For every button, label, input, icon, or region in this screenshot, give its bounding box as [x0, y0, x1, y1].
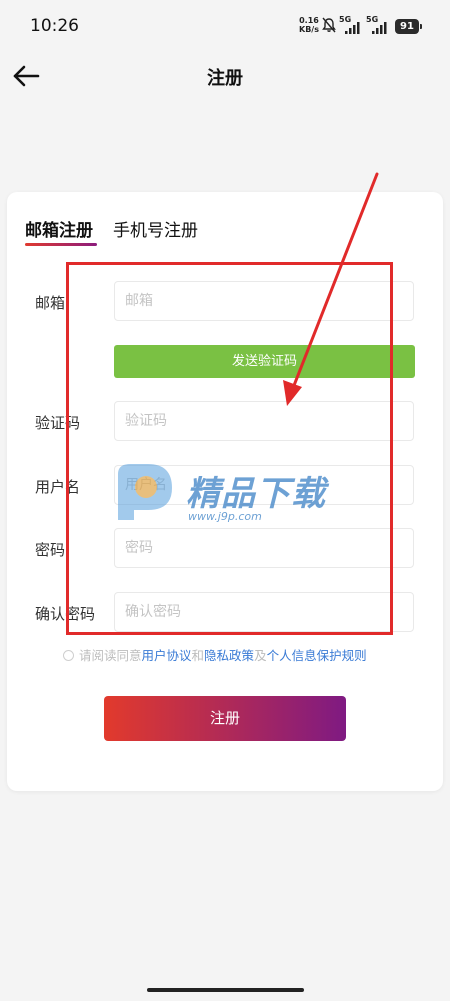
- home-indicator[interactable]: [147, 988, 304, 992]
- battery-icon: 91: [395, 19, 422, 34]
- email-label: 邮箱: [35, 294, 66, 312]
- net-speed: 0.16 KB/s: [299, 16, 319, 34]
- password-field[interactable]: [114, 528, 414, 568]
- confirm-password-label: 确认密码: [35, 605, 96, 623]
- mute-bell-icon: [322, 17, 336, 33]
- clock: 10:26: [30, 16, 79, 36]
- verification-code-field[interactable]: [114, 401, 414, 441]
- username-field[interactable]: [114, 465, 414, 505]
- agreement-row: 请阅读同意用户协议和隐私政策及个人信息保护规则: [63, 645, 367, 664]
- personal-info-rules-link[interactable]: 个人信息保护规则: [267, 648, 367, 663]
- signal-icon: [345, 22, 360, 34]
- tab-phone-register[interactable]: 手机号注册: [113, 216, 198, 241]
- agreement-text: 请阅读同意: [79, 648, 142, 663]
- agree-radio[interactable]: [63, 650, 74, 661]
- register-card: 邮箱注册 手机号注册 邮箱 发送验证码 验证码 用户名 密码 确认密码 请阅读同…: [7, 192, 443, 791]
- username-label: 用户名: [35, 478, 81, 496]
- user-agreement-link[interactable]: 用户协议: [142, 648, 192, 663]
- status-bar: 10:26 0.16 KB/s 5G 5G 91: [0, 0, 450, 52]
- send-code-button[interactable]: 发送验证码: [114, 345, 415, 378]
- top-nav-bar: 注册: [0, 52, 450, 102]
- agreement-conj: 及: [254, 648, 267, 663]
- privacy-policy-link[interactable]: 隐私政策: [204, 648, 254, 663]
- page-title: 注册: [207, 68, 243, 89]
- confirm-password-field[interactable]: [114, 592, 414, 632]
- password-label: 密码: [35, 541, 66, 559]
- email-field[interactable]: [114, 281, 414, 321]
- active-tab-indicator: [25, 243, 97, 246]
- signal-icon: [372, 22, 387, 34]
- code-label: 验证码: [35, 414, 81, 432]
- register-button[interactable]: 注册: [104, 696, 346, 741]
- agreement-and: 和: [191, 648, 205, 663]
- tab-email-register[interactable]: 邮箱注册: [25, 216, 93, 241]
